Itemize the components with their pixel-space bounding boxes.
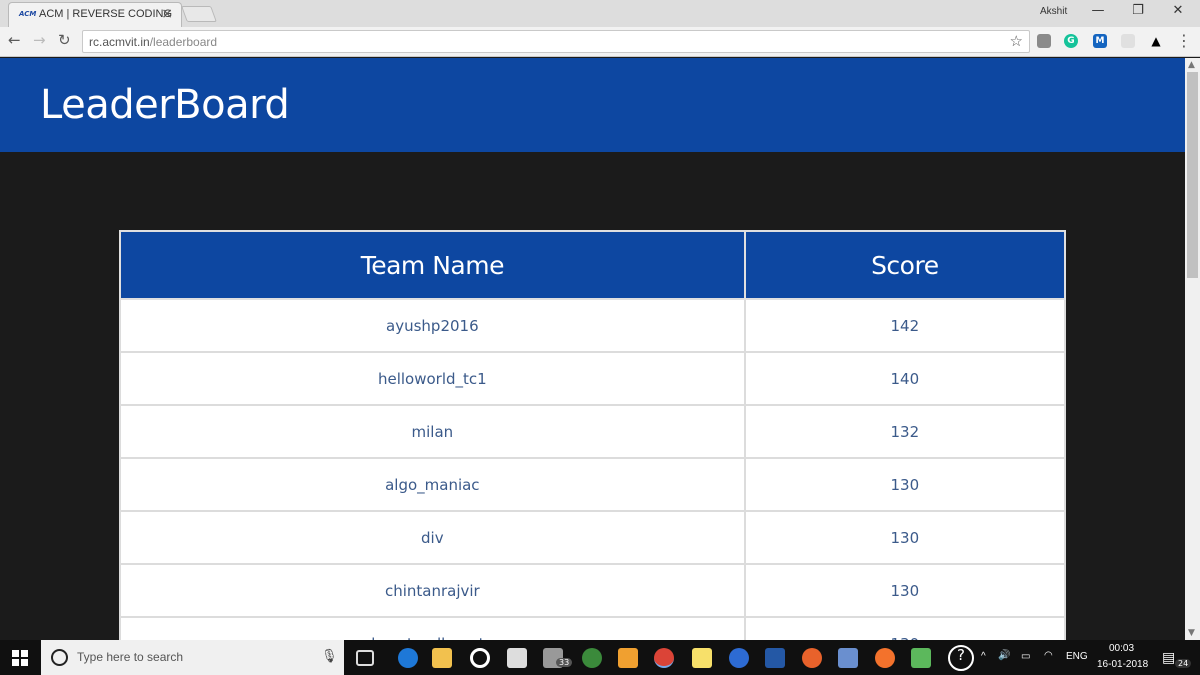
sticky-notes-icon[interactable] — [692, 648, 712, 668]
page-title: LeaderBoard — [40, 82, 290, 128]
tray-chevron-icon[interactable]: ^ — [981, 651, 986, 662]
address-bar[interactable]: rc.acmvit.in/leaderboard ☆ — [82, 30, 1030, 53]
windows-taskbar: Type here to search 🎙 33 ? ^ 🔊 ▭ ◠ ENG 0… — [0, 640, 1200, 675]
globe-app-icon[interactable] — [582, 648, 602, 668]
scroll-down-icon[interactable]: ▼ — [1188, 628, 1195, 638]
extension-tent-icon[interactable]: ▲ — [1149, 34, 1163, 48]
firefox-icon[interactable] — [875, 648, 895, 668]
scroll-up-icon[interactable]: ▲ — [1188, 60, 1195, 70]
file-explorer-icon[interactable] — [432, 648, 452, 668]
volume-icon[interactable]: 🔊 — [998, 650, 1010, 661]
page-content: LeaderBoard Team Name Score ayushp2016 1… — [0, 58, 1185, 640]
task-view-icon[interactable] — [356, 650, 374, 666]
tab-close-icon[interactable]: × — [161, 6, 173, 22]
movies-app-icon[interactable] — [507, 648, 527, 668]
colorful-app-icon[interactable] — [911, 648, 931, 668]
team-name-header: Team Name — [119, 230, 746, 300]
team-name-cell: div — [119, 510, 746, 565]
page-header: LeaderBoard — [0, 58, 1185, 152]
clock-time[interactable]: 00:03 — [1109, 643, 1134, 654]
close-window-icon[interactable]: ✕ — [1158, 3, 1198, 18]
r-app-icon[interactable] — [729, 648, 749, 668]
extension-disabled-icon[interactable] — [1121, 34, 1135, 48]
help-icon[interactable]: ? — [948, 645, 974, 671]
browser-titlebar: ACM ACM | REVERSE CODING × Akshit — ❐ ✕ — [0, 0, 1200, 27]
leaderboard-table: Team Name Score ayushp2016 142 helloworl… — [119, 230, 1067, 640]
score-cell: 130 — [743, 457, 1067, 512]
clock-date[interactable]: 16-01-2018 — [1097, 659, 1148, 670]
url-text[interactable]: rc.acmvit.in/leaderboard — [89, 35, 217, 49]
paint-app-icon[interactable] — [802, 648, 822, 668]
grammarly-icon[interactable]: G — [1064, 34, 1078, 48]
url-host: rc.acmvit.in — [89, 35, 150, 49]
score-cell: 130 — [743, 563, 1067, 618]
acm-favicon-icon: ACM — [19, 10, 37, 18]
edge-browser-icon[interactable] — [398, 648, 418, 668]
powershell-icon[interactable] — [765, 648, 785, 668]
windows-start-icon[interactable] — [12, 650, 28, 666]
cortana-icon — [51, 649, 68, 666]
browser-toolbar: ← → ↻ rc.acmvit.in/leaderboard ☆ G M ▲ ⋮ — [0, 27, 1200, 57]
bookmark-star-icon[interactable]: ☆ — [1010, 32, 1023, 50]
team-name-cell: algo_maniac — [119, 457, 746, 512]
media-player-icon[interactable] — [470, 648, 490, 668]
minimize-icon[interactable]: — — [1078, 3, 1118, 18]
battery-icon[interactable]: ▭ — [1021, 651, 1030, 662]
extension-cube-icon[interactable] — [1037, 34, 1051, 48]
extension-m-icon[interactable]: M — [1093, 34, 1107, 48]
table-row: chintanrajvir 130 — [119, 563, 1067, 618]
url-path: /leaderboard — [149, 35, 218, 49]
team-name-cell: ayushp2016 — [119, 298, 746, 353]
notification-count: 24 — [1175, 659, 1192, 668]
forward-arrow-icon[interactable]: → — [33, 31, 46, 49]
store-badge: 33 — [556, 658, 573, 667]
score-cell: 130 — [743, 616, 1067, 640]
table-row: div 130 — [119, 510, 1067, 565]
tab-title: ACM | REVERSE CODING — [39, 8, 173, 20]
table-row: helloworld_tc1 140 — [119, 351, 1067, 406]
table-row: algo_maniac 130 — [119, 457, 1067, 512]
table-row: milan 132 — [119, 404, 1067, 459]
chrome-taskbar-icon[interactable] — [654, 648, 674, 668]
table-row: ayushp2016 142 — [119, 298, 1067, 353]
profile-name[interactable]: Akshit — [1040, 6, 1067, 17]
taskbar-search-box[interactable]: Type here to search 🎙 — [41, 640, 344, 675]
chrome-menu-icon[interactable]: ⋮ — [1176, 31, 1192, 50]
team-name-cell: milan — [119, 404, 746, 459]
score-header: Score — [743, 230, 1067, 300]
score-cell: 132 — [743, 404, 1067, 459]
browser-tab[interactable]: ACM ACM | REVERSE CODING × — [8, 2, 182, 27]
back-arrow-icon[interactable]: ← — [8, 31, 21, 49]
taskbar-search-placeholder: Type here to search — [77, 650, 184, 664]
restore-icon[interactable]: ❐ — [1118, 3, 1158, 18]
team-name-cell: helloworld_tc1 — [119, 351, 746, 406]
score-cell: 142 — [743, 298, 1067, 353]
microphone-icon[interactable]: 🎙 — [321, 649, 338, 664]
score-cell: 140 — [743, 351, 1067, 406]
action-center-icon[interactable]: ▤ — [1162, 649, 1175, 666]
reload-icon[interactable]: ↻ — [58, 31, 71, 49]
team-name-cell: chintanrajvir — [119, 563, 746, 618]
language-indicator[interactable]: ENG — [1066, 651, 1088, 662]
new-tab-button[interactable] — [181, 6, 217, 22]
table-header-row: Team Name Score — [119, 230, 1067, 300]
score-cell: 130 — [743, 510, 1067, 565]
sublime-text-icon[interactable] — [618, 648, 638, 668]
team-name-cell: beastandbeauty — [119, 616, 746, 640]
table-row: beastandbeauty 130 — [119, 616, 1067, 640]
page-scrollbar[interactable]: ▲ ▼ — [1185, 58, 1200, 640]
scroll-thumb[interactable] — [1187, 72, 1198, 278]
network-tool-icon[interactable] — [838, 648, 858, 668]
wifi-icon[interactable]: ◠ — [1044, 650, 1053, 661]
